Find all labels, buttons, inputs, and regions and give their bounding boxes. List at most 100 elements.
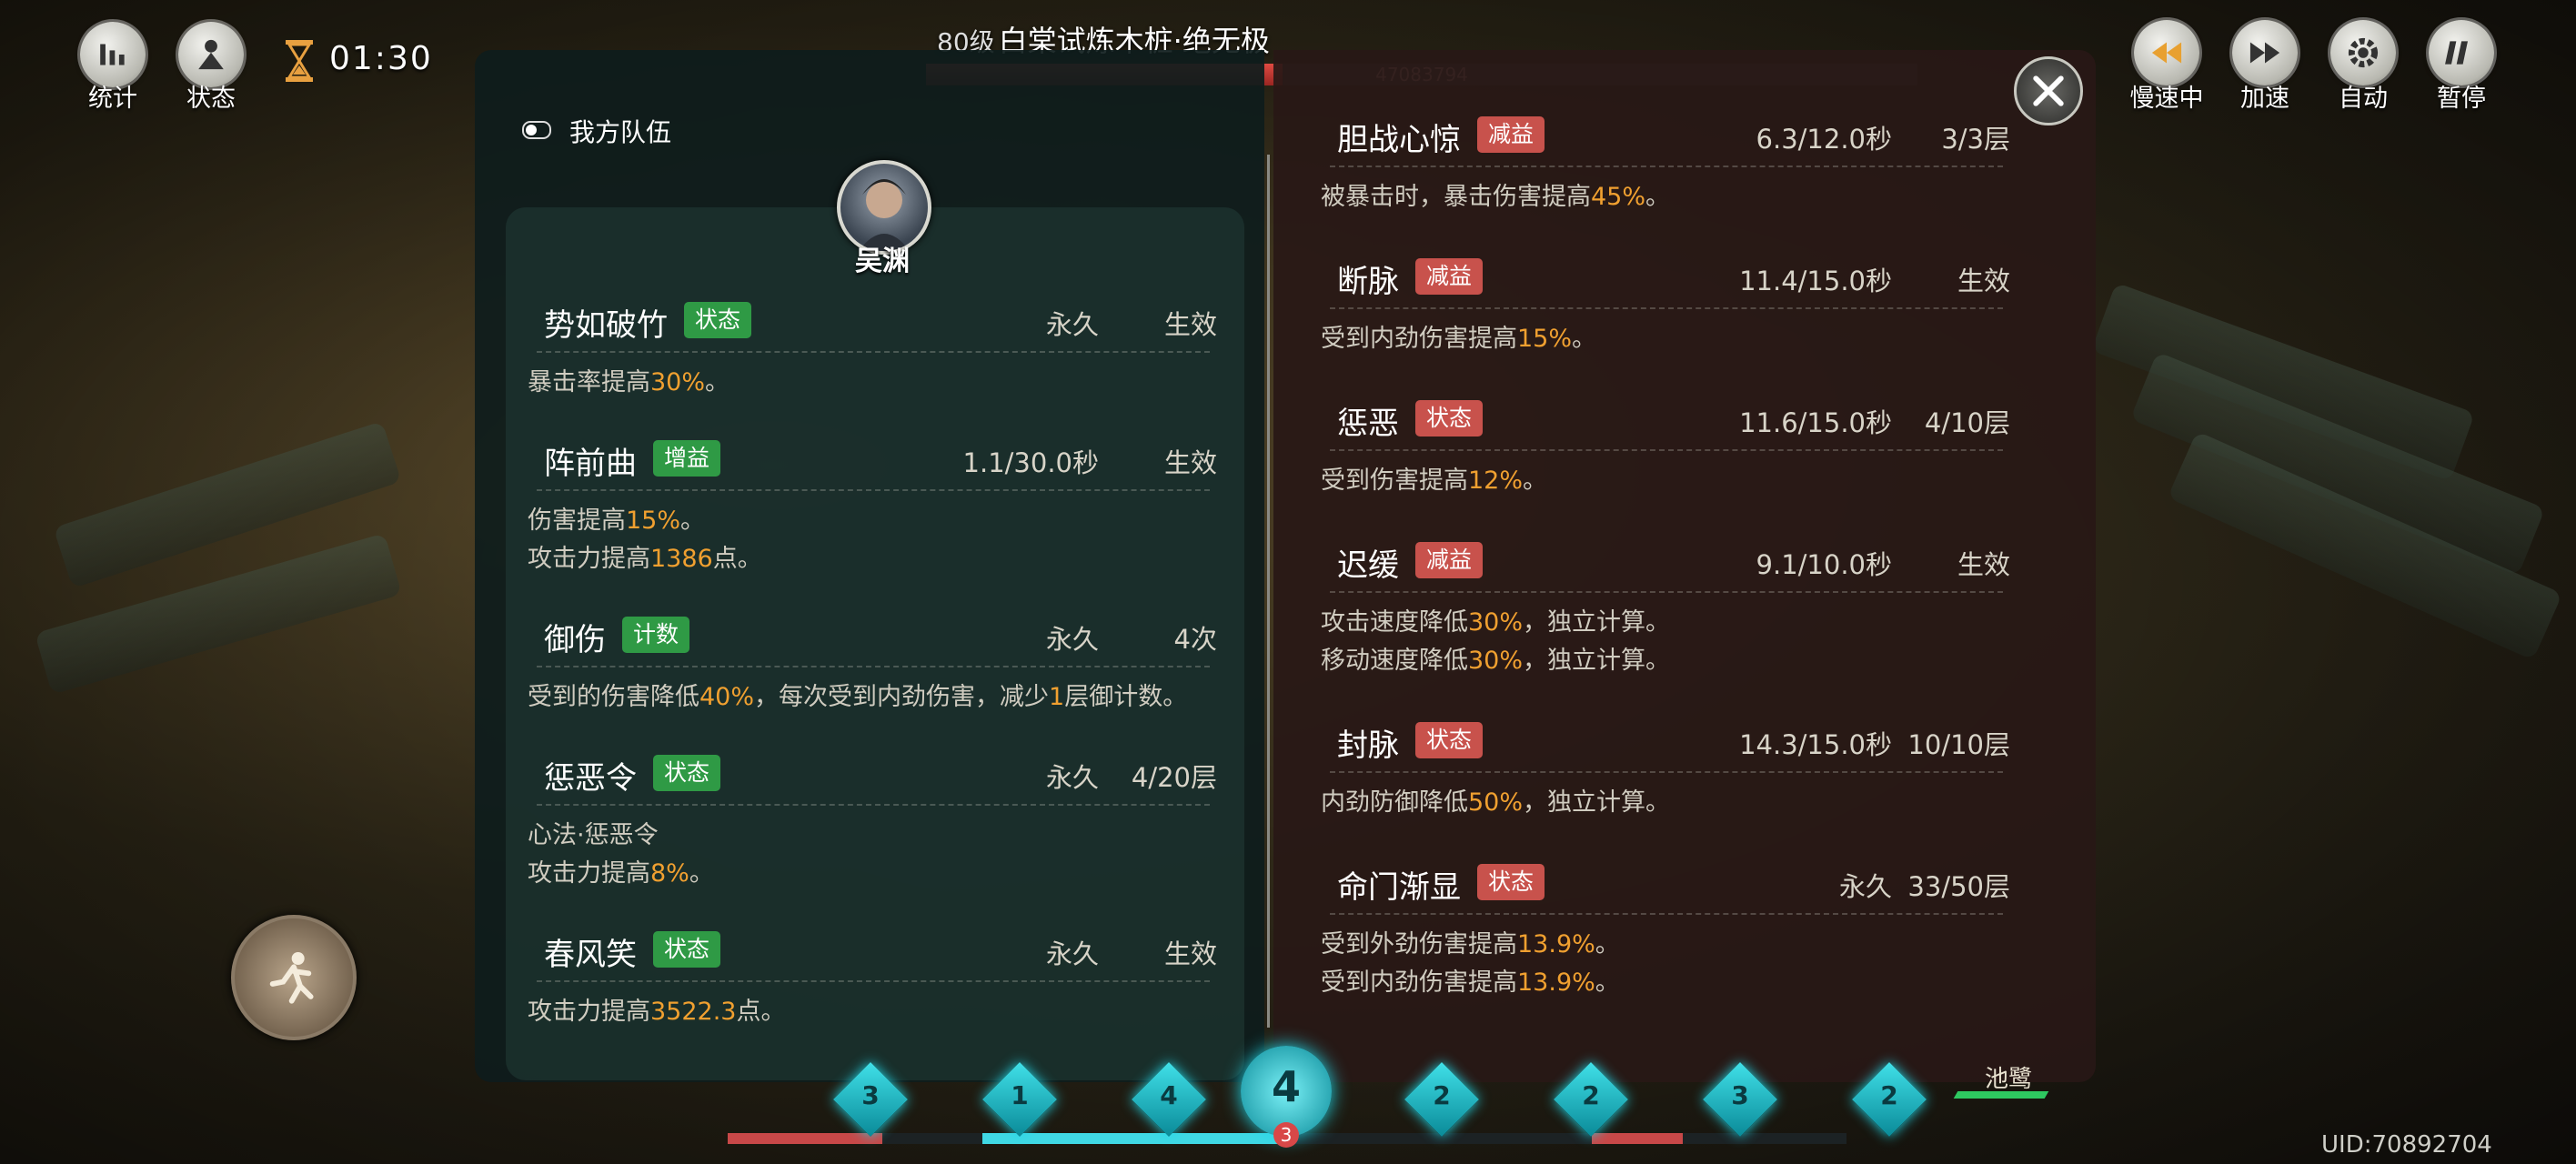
speed-up-label: 加速 [2240,85,2289,113]
team-buff-description: 心法·惩恶令 [528,821,659,849]
team-buff-description: 攻击力提高1386点。 [528,545,762,573]
enemy-debuff-description: 移动速度降低30%，独立计算。 [1321,647,1671,675]
enemy-debuff-tag: 减益 [1415,258,1484,295]
team-buff-effect: 4/20层 [1131,762,1217,793]
team-buff-description: 攻击力提高3522.3点。 [528,998,786,1026]
pool-label: 池鹭 [1985,1066,2033,1093]
dashed-divider [537,980,1210,982]
skill-slot-count: 1 [1011,1080,1029,1110]
enemy-debuff-name: 迟缓 [1337,547,1399,584]
dashed-divider [537,351,1210,353]
enemy-debuff-tag: 状态 [1415,722,1484,758]
team-header: 我方队伍 [569,117,672,147]
enemy-debuff-effect: 生效 [1957,266,2010,296]
bar-chart-icon [100,44,125,65]
team-buff-tag: 状态 [653,931,721,968]
enemy-debuff-name: 封脉 [1337,728,1399,764]
team-buff-duration: 1.1/30.0秒 [962,447,1099,478]
enemy-debuff-duration: 永久 [1838,871,1892,902]
enemy-debuff-duration: 6.3/12.0秒 [1756,124,1892,155]
enemy-debuff-description: 受到伤害提高12%。 [1321,467,1548,495]
dashed-divider [1330,913,2003,915]
dashed-divider [537,489,1210,491]
running-figure-icon [269,952,314,1004]
auto-label: 自动 [2339,85,2388,113]
character-icon [198,39,224,70]
dashed-divider [1330,771,2003,773]
team-buff-tag: 增益 [653,440,721,477]
enemy-debuff-name: 断脉 [1337,264,1399,300]
team-buff-description: 攻击力提高8%。 [528,859,714,888]
hero-name: 吴渊 [855,246,910,277]
team-buff-duration: 永久 [1045,309,1099,340]
skill-slot-count: 2 [1582,1080,1600,1110]
enemy-debuff-description: 受到内劲伤害提高13.9%。 [1321,968,1620,997]
skill-slot-count: 3 [1731,1080,1749,1110]
pool-bar [1953,1091,2049,1099]
enemy-debuff-tag: 减益 [1477,116,1545,153]
enemy-debuff-tag: 状态 [1415,400,1484,436]
enemy-debuff-effect: 33/50层 [1907,871,2010,902]
energy-orb-value: 4 [1271,1062,1301,1111]
uid-label: UID:70892704 [2321,1131,2492,1159]
dashed-divider [1330,166,2003,167]
enemy-debuff-description: 被暴击时，暴击伤害提高45%。 [1321,183,1671,211]
enemy-debuff-description: 受到外劲伤害提高13.9%。 [1321,930,1620,958]
dashed-divider [537,804,1210,806]
pause-button[interactable] [2429,20,2494,85]
team-buff-effect: 4次 [1173,624,1217,655]
auto-button[interactable] [2330,20,2396,85]
enemy-debuff-tag: 状态 [1477,864,1545,900]
rewind-icon [2151,42,2182,64]
dodge-skill-button[interactable] [231,915,357,1040]
gear-icon [2348,37,2379,68]
enemy-debuff-duration: 11.4/15.0秒 [1739,266,1892,296]
team-buff-name: 势如破竹 [544,307,668,344]
enemy-debuff-duration: 9.1/10.0秒 [1756,549,1892,580]
enemy-debuff-duration: 11.6/15.0秒 [1739,407,1892,438]
team-buff-description: 受到的伤害降低40%，每次受到内劲伤害，减少1层御计数。 [528,683,1188,711]
slow-speed-button[interactable] [2134,20,2199,85]
team-buff-duration: 永久 [1045,624,1099,655]
slow-speed-label: 慢速中 [2129,85,2204,113]
team-buff-duration: 永久 [1045,938,1099,969]
team-buff-tag: 状态 [684,302,752,338]
enemy-debuff-effect: 生效 [1957,549,2010,580]
hourglass-icon [286,40,313,82]
team-buff-description: 伤害提高15%。 [528,507,706,535]
team-buff-description: 暴击率提高30%。 [528,368,730,396]
enemy-debuff-tag: 减益 [1415,542,1484,578]
battle-timer: 01:30 [329,40,433,77]
enemy-debuff-name: 惩恶 [1337,406,1399,442]
enemy-debuff-duration: 14.3/15.0秒 [1739,729,1892,760]
dashed-divider [537,666,1210,667]
speed-up-button[interactable] [2232,20,2298,85]
enemy-debuff-name: 胆战心惊 [1337,122,1461,158]
team-buff-tag: 计数 [622,617,690,653]
dashed-divider [1330,449,2003,451]
enemy-debuff-description: 攻击速度降低30%，独立计算。 [1321,608,1671,637]
enemy-debuff-name: 命门渐显 [1337,869,1461,906]
status-label: 状态 [186,85,236,113]
close-icon [2033,75,2064,106]
team-buff-effect: 生效 [1163,309,1217,340]
team-buff-name: 阵前曲 [544,446,637,482]
enemy-debuff-description: 内劲防御降低50%，独立计算。 [1321,788,1671,817]
team-buff-name: 御伤 [544,622,606,658]
pause-label: 暂停 [2437,85,2486,113]
team-buff-name: 惩恶令 [544,760,637,797]
enemy-debuff-description: 受到内劲伤害提高15%。 [1321,325,1597,353]
skill-slot-count: 3 [861,1080,880,1110]
skill-slot-count: 2 [1433,1080,1451,1110]
close-button[interactable] [2014,56,2083,125]
team-buff-effect: 生效 [1163,938,1217,969]
team-buff-duration: 永久 [1045,762,1099,793]
team-buff-tag: 状态 [653,755,721,791]
enemy-debuff-effect: 10/10层 [1907,729,2010,760]
panel-divider [1267,155,1270,1028]
team-buff-name: 春风笑 [544,937,637,973]
energy-orb-sub: 3 [1273,1122,1299,1148]
enemy-debuff-effect: 3/3层 [1941,124,2010,155]
team-buff-effect: 生效 [1163,447,1217,478]
team-toggle-icon[interactable] [522,121,551,139]
